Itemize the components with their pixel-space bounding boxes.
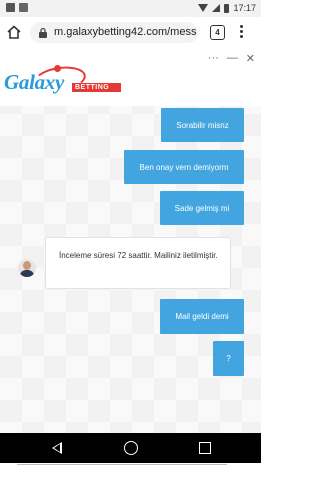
user-message: Sorabilir misnz	[161, 108, 244, 142]
agent-message: İnceleme süresi 72 saattir. Mailiniz ile…	[45, 237, 231, 289]
recent-apps-icon[interactable]	[199, 442, 211, 454]
browser-toolbar: m.galaxybetting42.com/mess 4	[0, 17, 261, 49]
galaxy-betting-logo: Galaxy BETTING	[4, 63, 122, 95]
navigation-bar	[0, 433, 261, 463]
notification-icon	[6, 3, 15, 12]
user-message: ?	[213, 341, 244, 376]
battery-icon	[224, 3, 230, 13]
image-notification-icon	[19, 3, 28, 12]
close-icon[interactable]: ✕	[246, 52, 255, 65]
home-icon[interactable]	[6, 24, 22, 40]
status-bar: 17:17	[0, 0, 261, 17]
agent-avatar	[18, 259, 36, 277]
home-nav-icon[interactable]	[124, 441, 138, 455]
tab-switcher-button[interactable]: 4	[210, 25, 225, 40]
chat-header: ··· — ✕ Galaxy BETTING	[0, 48, 261, 106]
lock-icon	[39, 27, 47, 38]
address-bar[interactable]: m.galaxybetting42.com/mess	[30, 22, 198, 43]
user-message: Mail geldi demi	[160, 299, 244, 334]
wifi-icon	[198, 4, 209, 12]
status-time: 17:17	[233, 3, 256, 13]
browser-menu-icon[interactable]	[240, 25, 244, 40]
minimize-icon[interactable]: —	[227, 52, 238, 65]
agent-message-text: İnceleme süresi 72 saattir. Mailiniz ile…	[59, 251, 218, 260]
user-message: Ben onay vern demiyorm	[124, 150, 244, 184]
url-text: m.galaxybetting42.com/mess	[54, 26, 197, 38]
back-icon[interactable]	[52, 442, 62, 454]
more-options-icon[interactable]: ···	[208, 52, 219, 65]
signal-icon	[212, 4, 221, 12]
user-message: Sade gelmiş mi	[160, 191, 244, 225]
chat-window: ··· — ✕ Galaxy BETTING Sorabilir misnz B…	[0, 48, 261, 482]
